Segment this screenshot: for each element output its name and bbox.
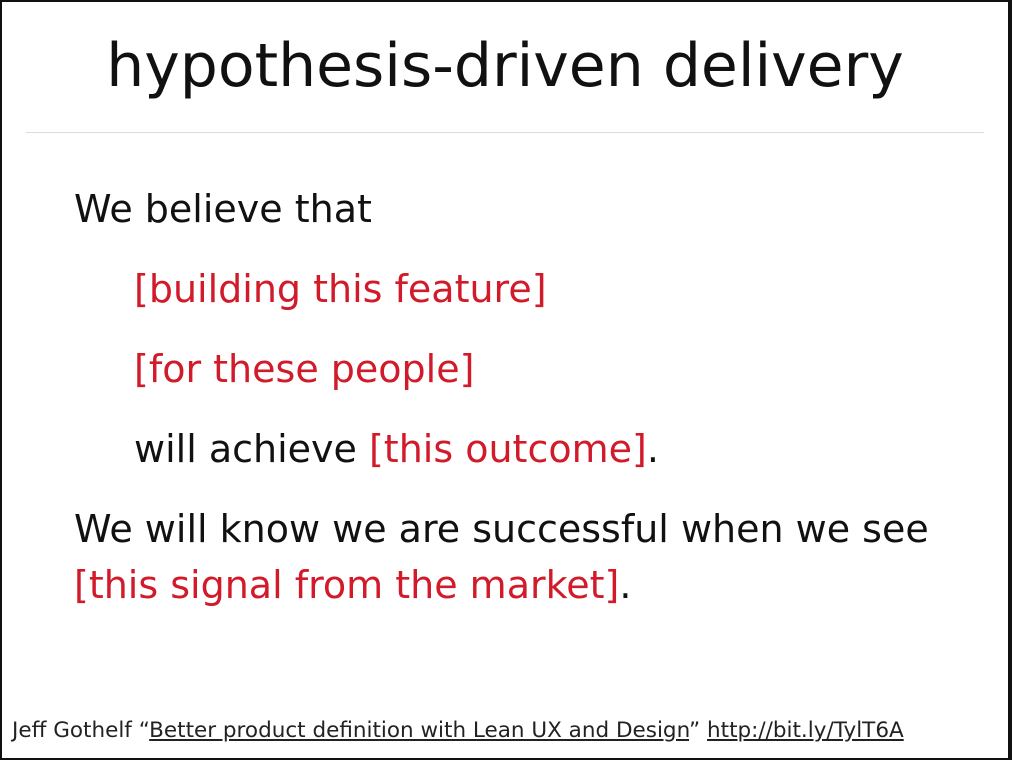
slide: hypothesis-driven delivery We believe th… [2, 2, 1008, 758]
success-line: We will know we are successful when we s… [74, 507, 929, 551]
feature-placeholder: [building this feature] [134, 267, 547, 311]
achieve-period: . [646, 427, 659, 471]
citation-author: Jeff Gothelf [12, 718, 132, 743]
signal-period: . [619, 563, 632, 607]
title-divider [26, 132, 984, 133]
signal-placeholder: [this signal from the market] [74, 563, 620, 607]
signal-line: [this signal from the market]. [74, 560, 631, 610]
we-believe-line: We believe that [74, 187, 372, 231]
achieve-prefix: will achieve [134, 427, 369, 471]
citation-footer: Jeff Gothelf “Better product definition … [12, 716, 904, 746]
outcome-placeholder: [this outcome] [368, 427, 647, 471]
citation-close-quote: ” [689, 718, 708, 743]
achieve-line: will achieve [this outcome]. [134, 424, 659, 474]
citation-short-url[interactable]: http://bit.ly/TylT6A [707, 718, 904, 743]
citation-open-quote: “ [131, 718, 150, 743]
citation-article-link[interactable]: Better product definition with Lean UX a… [149, 718, 689, 743]
slide-title: hypothesis-driven delivery [106, 31, 904, 101]
people-placeholder: [for these people] [134, 347, 475, 391]
